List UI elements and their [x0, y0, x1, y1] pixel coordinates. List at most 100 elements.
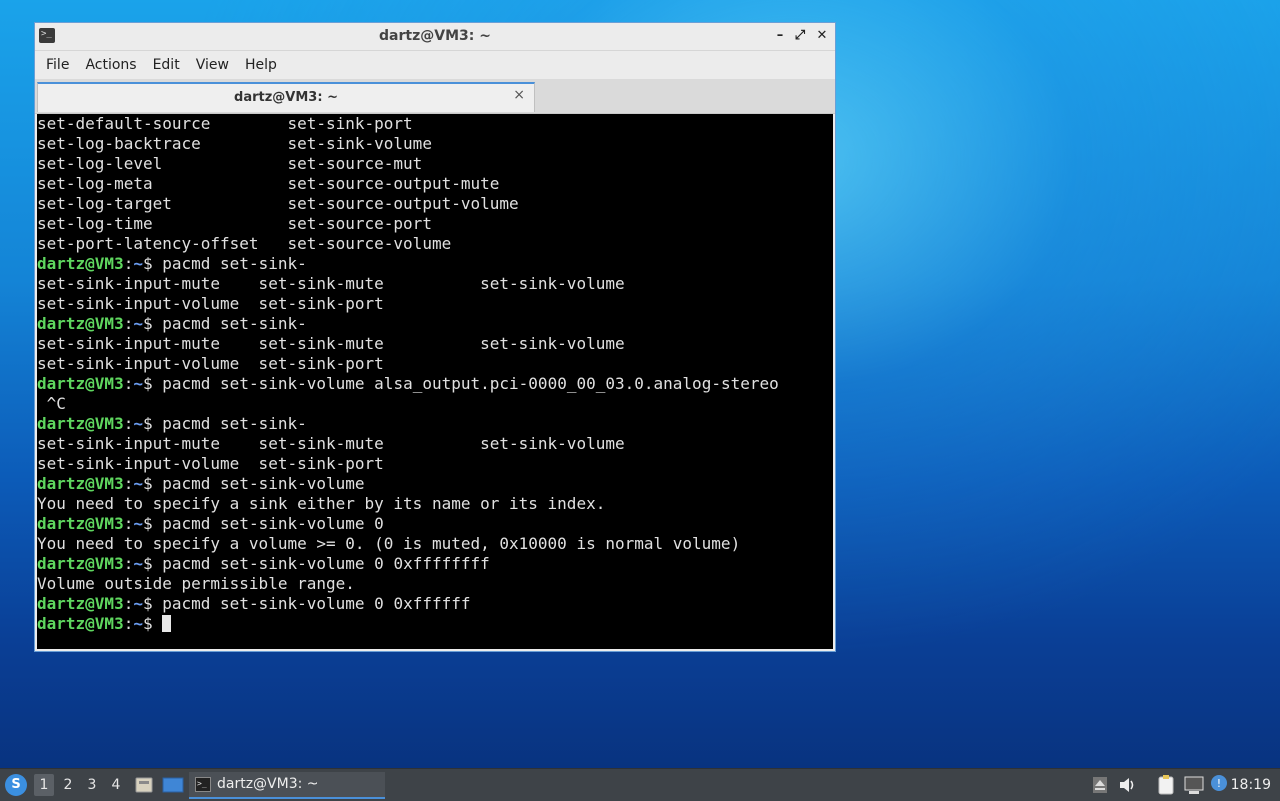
- output-text: set-sink-input-mute set-sink-mute set-si…: [37, 334, 625, 353]
- output-text: set-log-meta set-source-output-mute: [37, 174, 500, 193]
- menu-help[interactable]: Help: [237, 51, 285, 79]
- terminal-prompt-line: dartz@VM3:~$ pacmd set-sink-: [37, 254, 833, 274]
- terminal-output-line: set-log-backtrace set-sink-volume: [37, 134, 833, 154]
- output-text: set-sink-input-volume set-sink-port: [37, 354, 384, 373]
- prompt-colon: :: [123, 314, 134, 333]
- terminal-prompt-line: dartz@VM3:~$ pacmd set-sink-: [37, 414, 833, 434]
- terminal-output[interactable]: set-default-source set-sink-port set-log-…: [37, 114, 833, 649]
- prompt-colon: :: [123, 614, 134, 633]
- output-text: ^C: [37, 394, 66, 413]
- terminal-prompt-line: dartz@VM3:~$ pacmd set-sink-: [37, 314, 833, 334]
- tab-label: dartz@VM3: ~: [234, 90, 338, 105]
- workspace-1[interactable]: 1: [34, 774, 54, 796]
- terminal-window: >_ dartz@VM3: ~ – ⤢ ✕ File Actions Edit …: [34, 22, 836, 652]
- prompt-colon: :: [123, 374, 134, 393]
- output-text: set-sink-input-mute set-sink-mute set-si…: [37, 274, 625, 293]
- clock[interactable]: 18:19: [1231, 769, 1271, 801]
- task-label: dartz@VM3: ~: [217, 776, 319, 792]
- output-text: set-sink-input-mute set-sink-mute set-si…: [37, 434, 625, 453]
- eject-icon[interactable]: [1091, 776, 1109, 794]
- maximize-button[interactable]: ⤢: [792, 27, 808, 45]
- command-text: pacmd set-sink-volume 0 0xffffffff: [162, 554, 490, 573]
- network-icon[interactable]: [1183, 775, 1205, 795]
- command-text: pacmd set-sink-: [162, 254, 307, 273]
- prompt-user-host: dartz@VM3: [37, 514, 124, 533]
- prompt-colon: :: [123, 254, 134, 273]
- menu-view[interactable]: View: [188, 51, 237, 79]
- prompt-user-host: dartz@VM3: [37, 474, 124, 493]
- prompt-colon: :: [123, 554, 134, 573]
- workspace-3[interactable]: 3: [82, 774, 102, 796]
- prompt-path: ~: [133, 514, 143, 533]
- workspace-4[interactable]: 4: [106, 774, 126, 796]
- tab-close-icon[interactable]: ×: [513, 87, 525, 103]
- prompt-path: ~: [133, 474, 143, 493]
- update-notifier-icon[interactable]: !: [1210, 774, 1230, 794]
- prompt-symbol: $: [142, 254, 163, 273]
- terminal-output-line: set-port-latency-offset set-source-volum…: [37, 234, 833, 254]
- output-text: set-default-source set-sink-port: [37, 114, 413, 133]
- file-manager-icon[interactable]: [134, 775, 154, 795]
- prompt-symbol: $: [142, 594, 163, 613]
- output-text: Volume outside permissible range.: [37, 574, 355, 593]
- prompt-symbol: $: [142, 514, 163, 533]
- task-terminal[interactable]: >_ dartz@VM3: ~: [189, 772, 385, 799]
- prompt-colon: :: [123, 594, 134, 613]
- menu-actions[interactable]: Actions: [77, 51, 144, 79]
- output-text: You need to specify a volume >= 0. (0 is…: [37, 534, 741, 553]
- workspace-2[interactable]: 2: [58, 774, 78, 796]
- prompt-user-host: dartz@VM3: [37, 614, 124, 633]
- minimize-button[interactable]: –: [772, 27, 788, 45]
- menu-edit[interactable]: Edit: [145, 51, 188, 79]
- prompt-symbol: $: [142, 554, 163, 573]
- command-text: pacmd set-sink-volume alsa_output.pci-00…: [162, 374, 779, 393]
- prompt-symbol: $: [142, 414, 163, 433]
- prompt-user-host: dartz@VM3: [37, 374, 124, 393]
- terminal-output-line: set-sink-input-volume set-sink-port: [37, 294, 833, 314]
- terminal-output-line: set-log-time set-source-port: [37, 214, 833, 234]
- command-text: pacmd set-sink-volume 0 0xffffff: [162, 594, 471, 613]
- prompt-user-host: dartz@VM3: [37, 314, 124, 333]
- prompt-user-host: dartz@VM3: [37, 594, 124, 613]
- prompt-path: ~: [133, 614, 143, 633]
- desktop-icon[interactable]: [162, 775, 184, 795]
- tab-terminal[interactable]: dartz@VM3: ~ ×: [37, 82, 535, 112]
- menu-file[interactable]: File: [38, 51, 77, 79]
- terminal-output-line: set-sink-input-volume set-sink-port: [37, 354, 833, 374]
- output-text: You need to specify a sink either by its…: [37, 494, 606, 513]
- prompt-user-host: dartz@VM3: [37, 414, 124, 433]
- terminal-output-line: set-sink-input-mute set-sink-mute set-si…: [37, 434, 833, 454]
- prompt-path: ~: [133, 594, 143, 613]
- prompt-path: ~: [133, 374, 143, 393]
- command-text: pacmd set-sink-: [162, 314, 307, 333]
- prompt-path: ~: [133, 414, 143, 433]
- tab-bar: dartz@VM3: ~ ×: [35, 79, 835, 114]
- prompt-path: ~: [133, 254, 143, 273]
- window-titlebar[interactable]: >_ dartz@VM3: ~ – ⤢ ✕: [35, 23, 835, 51]
- prompt-user-host: dartz@VM3: [37, 554, 124, 573]
- terminal-prompt-line: dartz@VM3:~$ pacmd set-sink-volume 0 0xf…: [37, 554, 833, 574]
- prompt-symbol: $: [142, 374, 163, 393]
- output-text: set-port-latency-offset set-source-volum…: [37, 234, 452, 253]
- text-cursor: [162, 615, 172, 632]
- lxqt-menu-icon[interactable]: S: [5, 774, 27, 796]
- taskbar: S 1 2 3 4 >_ dartz@VM3: ~ ! 18:19: [0, 768, 1280, 801]
- close-button[interactable]: ✕: [814, 27, 830, 45]
- volume-icon[interactable]: [1118, 776, 1138, 794]
- prompt-path: ~: [133, 314, 143, 333]
- prompt-colon: :: [123, 474, 134, 493]
- prompt-colon: :: [123, 414, 134, 433]
- clipboard-icon[interactable]: [1156, 774, 1176, 796]
- terminal-output-line: You need to specify a sink either by its…: [37, 494, 833, 514]
- terminal-prompt-line: dartz@VM3:~$ pacmd set-sink-volume 0 0xf…: [37, 594, 833, 614]
- output-text: set-sink-input-volume set-sink-port: [37, 454, 384, 473]
- terminal-prompt-line: dartz@VM3:~$ pacmd set-sink-volume 0: [37, 514, 833, 534]
- prompt-symbol: $: [142, 314, 163, 333]
- command-text: pacmd set-sink-volume: [162, 474, 365, 493]
- terminal-output-line: set-sink-input-volume set-sink-port: [37, 454, 833, 474]
- terminal-output-line: ^C: [37, 394, 833, 414]
- svg-text:!: !: [1217, 777, 1221, 790]
- terminal-icon: >_: [195, 777, 211, 792]
- terminal-output-line: set-log-level set-source-mut: [37, 154, 833, 174]
- terminal-output-line: set-log-target set-source-output-volume: [37, 194, 833, 214]
